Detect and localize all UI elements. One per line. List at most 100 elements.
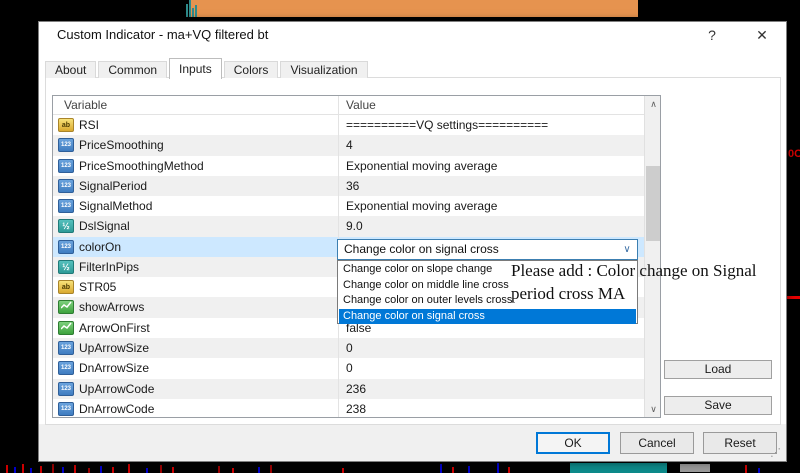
table-row-PriceSmoothing[interactable]: 123 PriceSmoothing 4 (53, 135, 645, 156)
variable-name: FilterInPips (79, 259, 140, 274)
table-row-SignalMethod[interactable]: 123 SignalMethod Exponential moving averag… (53, 196, 645, 217)
cancel-button[interactable]: Cancel (620, 432, 694, 454)
scroll-down-icon[interactable]: ∨ (645, 401, 660, 417)
coloron-combobox[interactable]: Change color on signal cross ∨ (337, 239, 638, 260)
chart-tick (14, 467, 16, 473)
save-button[interactable]: Save (664, 396, 772, 415)
chart-tick (62, 467, 64, 473)
table-header: Variable Value (53, 96, 645, 115)
arrow-type-icon (58, 300, 74, 315)
variable-name: DnArrowSize (79, 361, 150, 376)
load-button[interactable]: Load (664, 360, 772, 379)
tab-about[interactable]: About (45, 61, 97, 78)
annotation-line-2: period cross MA (511, 284, 626, 303)
price-label-fragment: 0C (788, 148, 800, 160)
scrollbar-thumb[interactable] (646, 166, 660, 241)
chart-spike (186, 4, 188, 17)
variable-name: UpArrowSize (79, 340, 150, 355)
variable-name: colorOn (79, 239, 122, 254)
scroll-up-icon[interactable]: ∧ (645, 96, 660, 113)
close-icon[interactable]: ✕ (750, 24, 774, 46)
tab-bar: About Common Inputs Colors Visualization (45, 57, 370, 79)
chart-tick (74, 465, 76, 473)
table-row-SignalPeriod[interactable]: 123 SignalPeriod 36 (53, 175, 645, 197)
variable-name: UpArrowCode (79, 381, 155, 396)
variable-value[interactable]: 36 (346, 176, 359, 196)
chart-tick (6, 465, 8, 473)
chart-tick (758, 468, 760, 473)
screen: 0C Custom Indicator - ma+VQ filtered bt … (0, 0, 800, 473)
123-type-icon: 123 (58, 340, 74, 355)
chart-tick (112, 467, 114, 473)
variable-value[interactable]: ==========VQ settings========== (346, 115, 548, 135)
ok-button[interactable]: OK (536, 432, 610, 454)
chart-spike (195, 5, 197, 17)
variable-name: showArrows (79, 300, 145, 315)
table-row-RSI[interactable]: ab RSI ==========VQ settings========== (53, 115, 645, 136)
chart-tick (218, 466, 220, 473)
chart-tick (40, 466, 42, 473)
resize-grip-icon[interactable]: ⋰ (770, 446, 781, 459)
chart-tick (88, 468, 90, 473)
variable-value[interactable]: 4 (346, 135, 353, 155)
dialog-title: Custom Indicator - ma+VQ filtered bt (57, 27, 269, 42)
variable-name: DslSignal (79, 219, 130, 234)
variable-name: DnArrowCode (79, 401, 155, 416)
ab-type-icon: ab (58, 280, 74, 295)
chart-spike (192, 8, 194, 17)
tab-common[interactable]: Common (98, 61, 168, 78)
chart-tick (440, 464, 442, 473)
variable-name: RSI (79, 118, 100, 132)
vertical-scrollbar[interactable]: ∧ ∨ (644, 96, 660, 417)
table-row-UpArrowSize[interactable]: 123 UpArrowSize 0 (53, 337, 645, 359)
dropdown-option-3[interactable]: Change color on signal cross (339, 308, 636, 324)
variable-value[interactable]: 0 (346, 358, 353, 378)
variable-name: PriceSmoothingMethod (79, 158, 204, 173)
chart-tick (172, 467, 174, 473)
chart-tick (232, 468, 234, 473)
chart-spike (189, 0, 191, 17)
chart-tick (270, 465, 272, 473)
123-type-icon: 123 (58, 381, 74, 396)
reset-button[interactable]: Reset (703, 432, 777, 454)
table-row-DslSignal[interactable]: ½ DslSignal 9.0 (53, 216, 645, 237)
variable-name: STR05 (79, 280, 117, 295)
123-type-icon: 123 (58, 178, 74, 193)
background-teal-block (570, 463, 667, 473)
123-type-icon: 123 (58, 239, 74, 254)
variable-value[interactable]: Exponential moving average (346, 156, 497, 176)
ab-type-icon: ab (58, 118, 74, 132)
variable-value[interactable]: Exponential moving average (346, 196, 497, 216)
tab-inputs[interactable]: Inputs (169, 58, 222, 79)
chevron-down-icon[interactable]: ∨ (619, 240, 635, 259)
tab-colors[interactable]: Colors (223, 61, 279, 78)
arrow-type-icon (58, 320, 74, 335)
variable-value[interactable]: 0 (346, 338, 353, 358)
tab-visualization[interactable]: Visualization (280, 61, 368, 78)
chart-tick (497, 463, 499, 473)
123-type-icon: 123 (58, 138, 74, 153)
column-header-value: Value (346, 98, 376, 112)
variable-value[interactable]: 9.0 (346, 216, 363, 236)
table-row-UpArrowCode[interactable]: 123 UpArrowCode 236 (53, 378, 645, 399)
chart-tick (30, 468, 32, 473)
chart-tick (508, 467, 510, 473)
table-row-DnArrowSize[interactable]: 123 DnArrowSize 0 (53, 358, 645, 379)
price-level-line (787, 296, 800, 299)
variable-name: PriceSmoothing (79, 138, 164, 153)
123-type-icon: 123 (58, 401, 74, 416)
help-icon[interactable]: ? (700, 24, 724, 46)
variable-value[interactable]: 236 (346, 379, 366, 399)
chart-tick (128, 464, 130, 473)
123-type-icon: 123 (58, 199, 74, 214)
background-orange-band (190, 0, 638, 17)
variable-value[interactable]: 238 (346, 399, 366, 417)
table-row-PriceSmoothingMethod[interactable]: 123 PriceSmoothingMethod Exponential movin… (53, 155, 645, 176)
chart-tick (100, 466, 102, 473)
annotation-line-1: Please add : Color change on Signal (511, 261, 757, 280)
variable-name: SignalPeriod (79, 178, 148, 193)
table-row-DnArrowCode[interactable]: 123 DnArrowCode 238 (53, 398, 645, 417)
chart-tick (452, 467, 454, 473)
combobox-selected-value: Change color on signal cross (344, 242, 499, 256)
chart-tick (342, 468, 344, 473)
